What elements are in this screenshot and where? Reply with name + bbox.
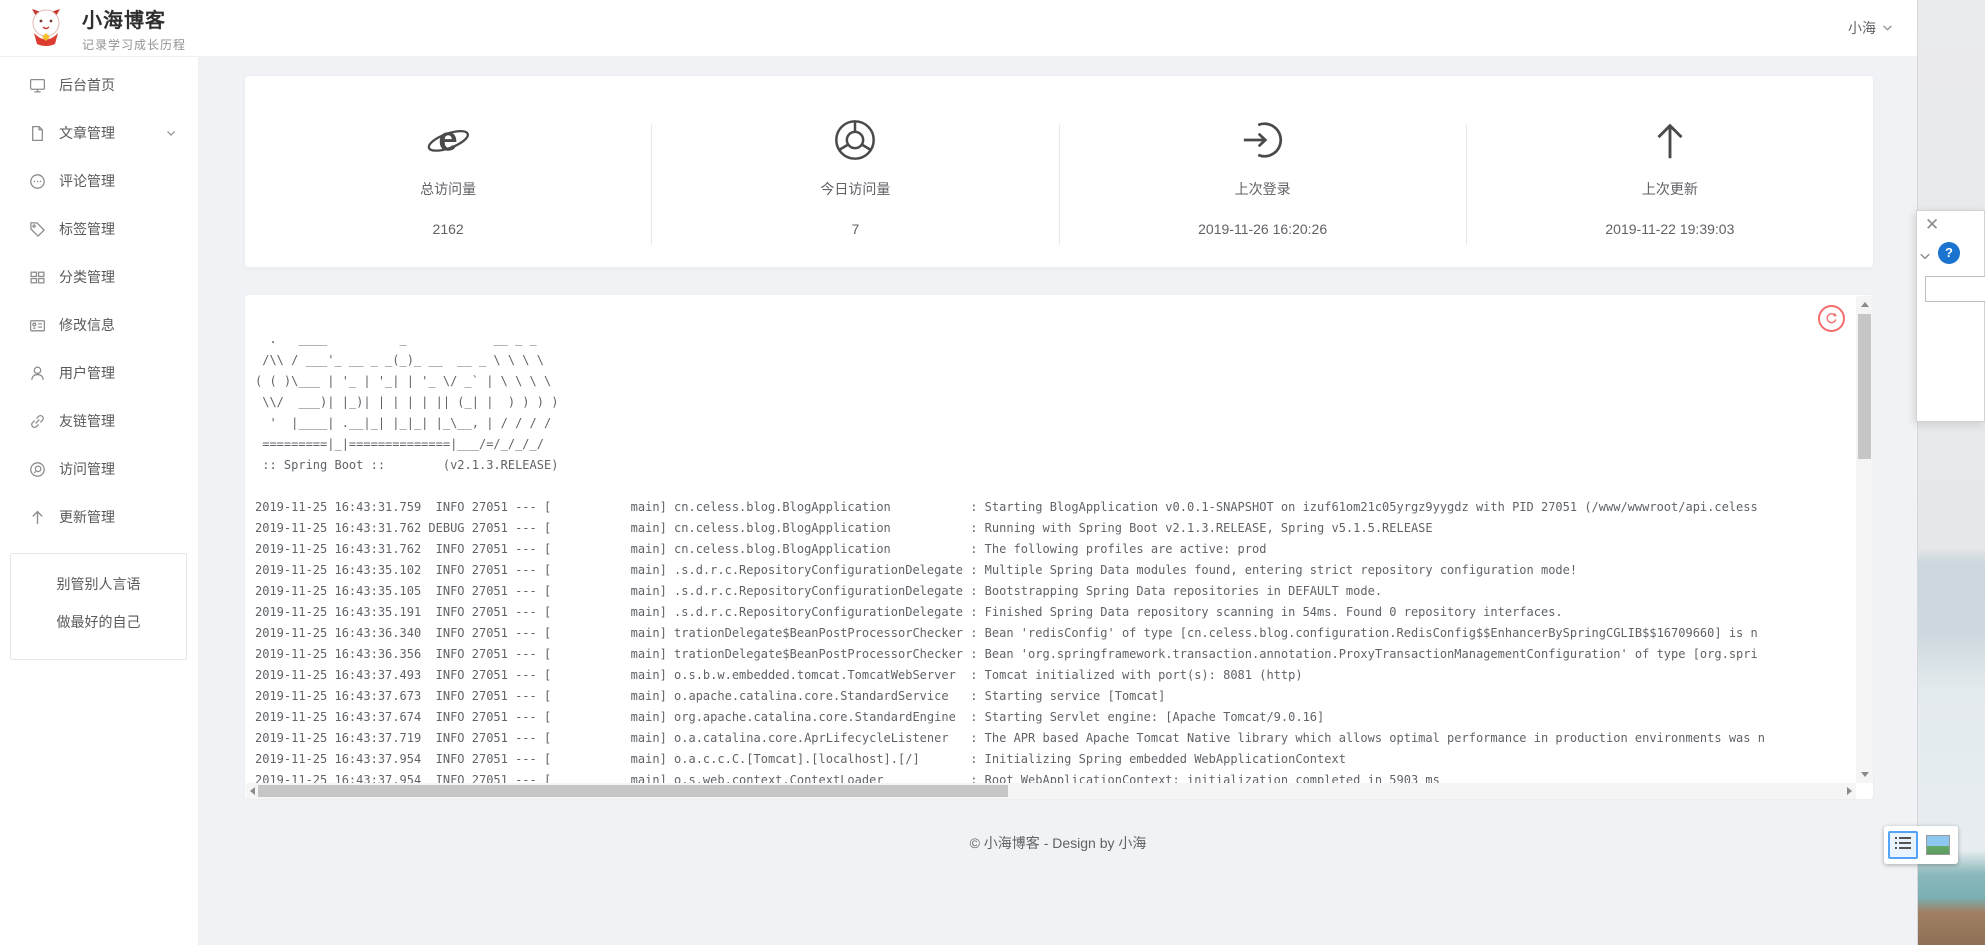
log-console-panel: . ____ _ __ _ _ /\\ / ___'_ __ _ _(_)_ _… xyxy=(244,294,1874,800)
stat-value: 2019-11-26 16:20:26 xyxy=(1060,221,1466,237)
stat-label: 总访问量 xyxy=(245,179,651,199)
stat-label: 上次更新 xyxy=(1467,179,1873,199)
refresh-button[interactable] xyxy=(1818,305,1845,332)
desktop-wallpaper xyxy=(1917,0,1985,945)
grid-icon xyxy=(29,269,46,286)
sidebar-item-profile[interactable]: 修改信息 xyxy=(0,301,198,349)
sidebar-item-dashboard[interactable]: 后台首页 xyxy=(0,61,198,109)
sidebar-item-label: 标签管理 xyxy=(59,219,115,239)
extension-input[interactable] xyxy=(1925,276,1985,302)
chevron-down-icon xyxy=(166,125,176,141)
stats-panel: e 总访问量 2162 今日访问量 xyxy=(244,75,1874,268)
motto-box: 别管别人言语 做最好的自己 xyxy=(10,553,187,660)
sidebar-item-label: 修改信息 xyxy=(59,315,115,335)
vertical-scrollbar[interactable] xyxy=(1856,296,1873,783)
scroll-down-arrow-icon[interactable] xyxy=(1861,772,1869,777)
sidebar-item-label: 用户管理 xyxy=(59,363,115,383)
sidebar-item-comments[interactable]: 评论管理 xyxy=(0,157,198,205)
site-subtitle: 记录学习成长历程 xyxy=(82,36,186,53)
copyright-text: © 小海博客 - Design by 小海 xyxy=(970,835,1147,851)
console-log: . ____ _ __ _ _ /\\ / ___'_ __ _ _(_)_ _… xyxy=(245,295,1856,783)
site-title: 小海博客 xyxy=(82,4,186,33)
site-logo xyxy=(26,6,66,51)
horizontal-scroll-thumb[interactable] xyxy=(258,785,1008,797)
stat-card-today-visits: 今日访问量 7 xyxy=(652,76,1058,267)
brand: 小海博客 记录学习成长历程 xyxy=(0,4,186,53)
document-icon xyxy=(29,125,46,142)
user-icon xyxy=(29,365,46,382)
refresh-icon xyxy=(1824,311,1839,326)
sidebar-item-label: 评论管理 xyxy=(59,171,115,191)
stat-label: 上次登录 xyxy=(1060,179,1466,199)
screen: 小海博客 记录学习成长历程 小海 后台首页 文章管理 xyxy=(0,0,1985,945)
stat-card-total-visits: e 总访问量 2162 xyxy=(245,76,651,267)
chevron-down-icon xyxy=(1882,20,1893,36)
list-option-icon[interactable] xyxy=(1888,831,1918,859)
ie-browser-icon: e xyxy=(245,117,651,163)
sidebar-item-label: 后台首页 xyxy=(59,75,115,95)
close-icon[interactable]: ✕ xyxy=(1925,215,1939,235)
main-content: e 总访问量 2162 今日访问量 xyxy=(199,57,1917,945)
user-name: 小海 xyxy=(1848,18,1876,38)
compass-icon xyxy=(29,461,46,478)
stat-card-last-login: 上次登录 2019-11-26 16:20:26 xyxy=(1060,76,1466,267)
motto-line: 别管别人言语 xyxy=(15,574,182,594)
screenshot-toolbar-popup xyxy=(1884,826,1958,864)
monitor-icon xyxy=(29,77,46,94)
scroll-left-arrow-icon[interactable] xyxy=(250,787,255,795)
sidebar-item-links[interactable]: 友链管理 xyxy=(0,397,198,445)
footer: © 小海博客 - Design by 小海 xyxy=(199,833,1917,853)
sidebar-item-articles[interactable]: 文章管理 xyxy=(0,109,198,157)
user-dropdown[interactable]: 小海 xyxy=(1848,18,1917,38)
motto-line: 做最好的自己 xyxy=(15,612,182,632)
image-option-icon[interactable] xyxy=(1926,835,1950,855)
sidebar: 后台首页 文章管理 评论管理 标签管理 xyxy=(0,57,199,945)
stat-label: 今日访问量 xyxy=(652,179,1058,199)
sidebar-item-label: 分类管理 xyxy=(59,267,115,287)
sidebar-item-label: 友链管理 xyxy=(59,411,115,431)
sidebar-item-updates[interactable]: 更新管理 xyxy=(0,493,198,541)
sidebar-menu: 后台首页 文章管理 评论管理 标签管理 xyxy=(0,57,198,541)
chevron-down-icon[interactable] xyxy=(1919,249,1931,267)
sidebar-item-users[interactable]: 用户管理 xyxy=(0,349,198,397)
sidebar-item-label: 访问管理 xyxy=(59,459,115,479)
svg-text:e: e xyxy=(439,121,458,159)
id-card-icon xyxy=(29,317,46,334)
help-icon[interactable]: ? xyxy=(1938,242,1960,264)
stat-value: 2162 xyxy=(245,221,651,237)
horizontal-scrollbar[interactable] xyxy=(246,783,1856,799)
link-icon xyxy=(29,413,46,430)
sidebar-item-visits[interactable]: 访问管理 xyxy=(0,445,198,493)
sidebar-item-tags[interactable]: 标签管理 xyxy=(0,205,198,253)
extension-popup: ✕ ? xyxy=(1916,210,1985,422)
vertical-scroll-thumb[interactable] xyxy=(1858,314,1871,459)
stat-card-last-update: 上次更新 2019-11-22 19:39:03 xyxy=(1467,76,1873,267)
brand-text: 小海博客 记录学习成长历程 xyxy=(82,4,186,53)
sidebar-item-label: 更新管理 xyxy=(59,507,115,527)
arrow-up-icon xyxy=(1467,117,1873,163)
scroll-right-arrow-icon[interactable] xyxy=(1847,787,1852,795)
stat-value: 2019-11-22 19:39:03 xyxy=(1467,221,1873,237)
arrow-up-icon xyxy=(29,509,46,526)
tag-icon xyxy=(29,221,46,238)
sidebar-item-categories[interactable]: 分类管理 xyxy=(0,253,198,301)
sidebar-item-label: 文章管理 xyxy=(59,123,115,143)
scroll-up-arrow-icon[interactable] xyxy=(1861,302,1869,307)
stat-value: 7 xyxy=(652,221,1058,237)
admin-page: 小海博客 记录学习成长历程 小海 后台首页 文章管理 xyxy=(0,0,1917,945)
comment-icon xyxy=(29,173,46,190)
chrome-browser-icon xyxy=(652,117,1058,163)
header: 小海博客 记录学习成长历程 小海 xyxy=(0,0,1917,57)
login-icon xyxy=(1060,117,1466,163)
